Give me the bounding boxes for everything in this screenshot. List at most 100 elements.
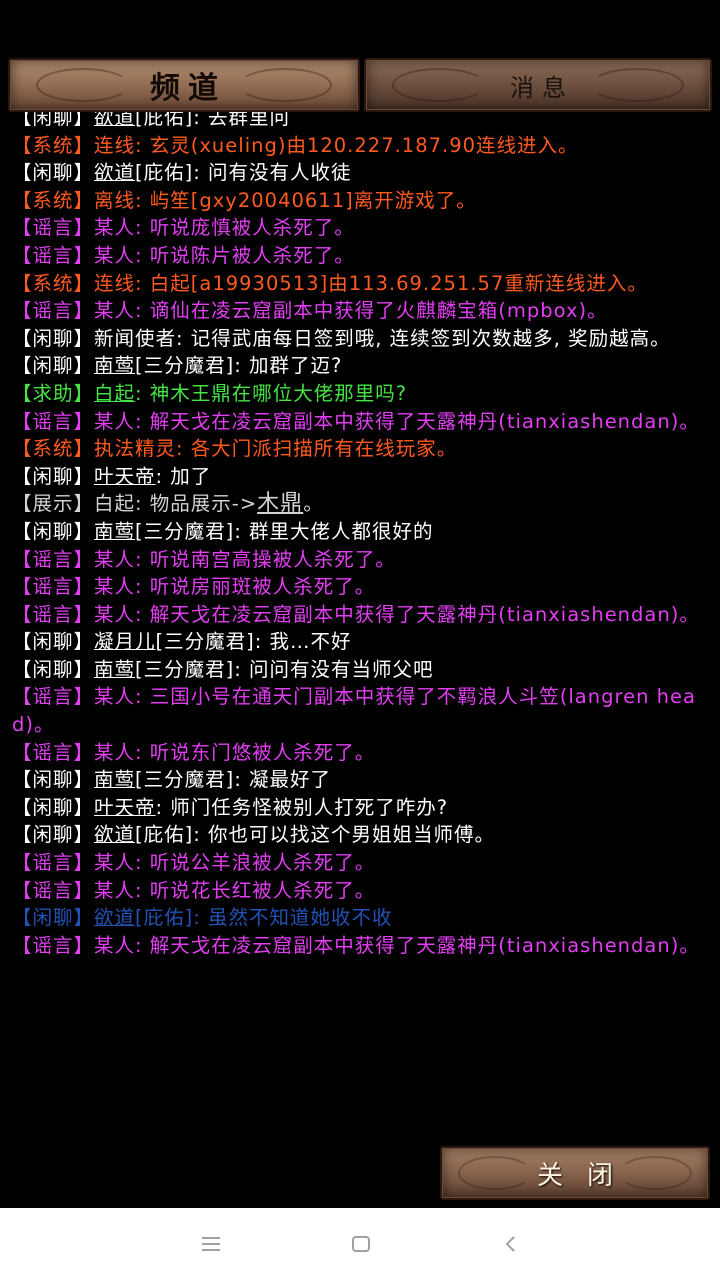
message-speaker-link[interactable]: 南莺 — [94, 658, 135, 681]
close-button[interactable]: 关闭 — [440, 1146, 710, 1200]
message-text: 某人: 三国小号在通天门副本中获得了不羁浪人斗笠(langren head)。 — [12, 685, 696, 737]
message-speaker-link[interactable]: 南莺 — [94, 520, 135, 543]
close-button-label: 关闭 — [536, 1160, 637, 1191]
message-row: 【闲聊】叶天帝: 加了 — [12, 463, 712, 491]
message-row: 【谣言】某人: 听说东门悠被人杀死了。 — [12, 739, 712, 767]
tab-message-label: 消息 — [510, 73, 574, 102]
message-row: 【系统】离线: 屿笙[gxy20040611]离开游戏了。 — [12, 187, 712, 215]
message-channel-tag: 【谣言】 — [12, 243, 95, 267]
message-text: 新闻使者: 记得武庙每日签到哦, 连续签到次数越多, 奖励越高。 — [94, 326, 671, 350]
message-row: 【谣言】某人: 谪仙在凌云窟副本中获得了火麒麟宝箱(mpbox)。 — [12, 297, 712, 325]
message-text: [三分魔君]: 加群了迈? — [135, 354, 343, 378]
message-channel-tag: 【谣言】 — [12, 740, 95, 764]
message-row: 【闲聊】欲道[庇佑]: 问有没有人收徒 — [12, 159, 712, 187]
message-text: [三分魔君]: 凝最好了 — [135, 768, 332, 792]
message-channel-tag: 【谣言】 — [12, 409, 95, 433]
message-text: [庇佑]: 虽然不知道她收不收 — [135, 906, 393, 930]
message-text: 某人: 听说花长红被人杀死了。 — [94, 878, 376, 902]
message-speaker-link[interactable]: 欲道 — [94, 906, 135, 929]
message-row: 【系统】连线: 白起[a19930513]由113.69.251.57重新连线进… — [12, 270, 712, 298]
message-row: 【闲聊】南莺[三分魔君]: 加群了迈? — [12, 352, 712, 380]
message-channel-tag: 【闲聊】 — [12, 906, 95, 930]
message-row: 【谣言】某人: 听说庞慎被人杀死了。 — [12, 214, 712, 242]
message-text: 某人: 谪仙在凌云窟副本中获得了火麒麟宝箱(mpbox)。 — [94, 299, 608, 323]
message-text: 某人: 听说房丽斑被人杀死了。 — [94, 575, 376, 599]
message-text: [庇佑]: 问有没有人收徒 — [135, 161, 352, 185]
message-row: 【闲聊】南莺[三分魔君]: 问问有没有当师父吧 — [12, 656, 712, 684]
message-channel-tag: 【系统】 — [12, 188, 95, 212]
message-text: 白起: 物品展示-> — [94, 492, 258, 516]
message-text: : 师门任务怪被别人打死了咋办? — [155, 795, 449, 819]
message-row: 【系统】连线: 玄灵(xueling)由120.227.187.90连线进入。 — [12, 132, 712, 160]
message-row: 【闲聊】叶天帝: 师门任务怪被别人打死了咋办? — [12, 794, 712, 822]
message-speaker-link[interactable]: 南莺 — [94, 354, 135, 377]
message-speaker-link[interactable]: 欲道 — [94, 161, 135, 184]
message-row: 【求助】白起: 神木王鼎在哪位大佬那里吗? — [12, 380, 712, 408]
message-channel-tag: 【闲聊】 — [12, 795, 95, 819]
message-text: [三分魔君]: 群里大佬人都很好的 — [135, 519, 434, 543]
message-text: 连线: 玄灵(xueling)由120.227.187.90连线进入。 — [94, 133, 579, 157]
message-row: 【闲聊】欲道[庇佑]: 虽然不知道她收不收 — [12, 904, 712, 932]
message-channel-tag: 【谣言】 — [12, 602, 95, 626]
tab-channel[interactable]: 频道 — [8, 58, 360, 112]
message-channel-tag: 【闲聊】 — [12, 519, 95, 543]
message-speaker-link[interactable]: 白起 — [94, 382, 135, 405]
message-speaker-link[interactable]: 叶天帝 — [94, 465, 156, 488]
message-channel-tag: 【系统】 — [12, 437, 95, 461]
message-text: [庇佑]: 你也可以找这个男姐姐当师傅。 — [135, 823, 496, 847]
message-row: 【展示】白起: 物品展示->木鼎。 — [12, 490, 712, 518]
message-text: 连线: 白起[a19930513]由113.69.251.57重新连线进入。 — [94, 271, 648, 295]
message-channel-tag: 【谣言】 — [12, 575, 95, 599]
message-row: 【谣言】某人: 听说房丽斑被人杀死了。 — [12, 573, 712, 601]
message-row: 【闲聊】欲道[庇佑]: 你也可以找这个男姐姐当师傅。 — [12, 821, 712, 849]
message-channel-tag: 【谣言】 — [12, 851, 95, 875]
message-suffix: 。 — [303, 492, 324, 516]
message-text: : 神木王鼎在哪位大佬那里吗? — [135, 381, 408, 405]
message-row: 【闲聊】新闻使者: 记得武庙每日签到哦, 连续签到次数越多, 奖励越高。 — [12, 325, 712, 353]
message-channel-tag: 【系统】 — [12, 133, 95, 157]
message-text: 离线: 屿笙[gxy20040611]离开游戏了。 — [94, 188, 477, 212]
message-channel-tag: 【展示】 — [12, 492, 95, 516]
message-row: 【系统】执法精灵: 各大门派扫描所有在线玩家。 — [12, 435, 712, 463]
message-speaker-link[interactable]: 叶天帝 — [94, 796, 156, 819]
message-text: 某人: 解天戈在凌云窟副本中获得了天露神丹(tianxiashendan)。 — [94, 409, 700, 433]
message-row: 【谣言】某人: 解天戈在凌云窟副本中获得了天露神丹(tianxiashendan… — [12, 408, 712, 436]
message-channel-tag: 【谣言】 — [12, 216, 95, 240]
message-channel-tag: 【谣言】 — [12, 685, 95, 709]
message-speaker-link[interactable]: 凝月儿 — [94, 630, 156, 653]
message-text: 某人: 解天戈在凌云窟副本中获得了天露神丹(tianxiashendan)。 — [94, 933, 700, 957]
message-text: 某人: 解天戈在凌云窟副本中获得了天露神丹(tianxiashendan)。 — [94, 602, 700, 626]
home-icon[interactable] — [349, 1232, 373, 1256]
message-channel-tag: 【闲聊】 — [12, 630, 95, 654]
message-row: 【谣言】某人: 三国小号在通天门副本中获得了不羁浪人斗笠(langren hea… — [12, 683, 712, 738]
message-channel-tag: 【谣言】 — [12, 933, 95, 957]
message-row: 【谣言】某人: 听说陈片被人杀死了。 — [12, 242, 712, 270]
message-text: [三分魔君]: 我…不好 — [155, 630, 352, 654]
message-channel-tag: 【闲聊】 — [12, 354, 95, 378]
message-row: 【谣言】某人: 听说南宫高操被人杀死了。 — [12, 546, 712, 574]
message-text: 某人: 听说陈片被人杀死了。 — [94, 243, 355, 267]
message-row: 【闲聊】凝月儿[三分魔君]: 我…不好 — [12, 628, 712, 656]
message-channel-tag: 【谣言】 — [12, 299, 95, 323]
message-channel-tag: 【闲聊】 — [12, 657, 95, 681]
tab-message[interactable]: 消息 — [364, 58, 712, 112]
back-icon[interactable] — [499, 1232, 523, 1256]
message-row: 【谣言】某人: 听说花长红被人杀死了。 — [12, 877, 712, 905]
message-row: 【谣言】某人: 解天戈在凌云窟副本中获得了天露神丹(tianxiashendan… — [12, 601, 712, 629]
message-text: 某人: 听说公羊浪被人杀死了。 — [94, 851, 376, 875]
message-row: 【谣言】某人: 听说公羊浪被人杀死了。 — [12, 849, 712, 877]
message-log[interactable]: 【闲聊】欲道[庇佑]: 去群里问 【系统】连线: 玄灵(xueling)由120.… — [12, 104, 712, 1144]
message-speaker-link[interactable]: 南莺 — [94, 768, 135, 791]
message-channel-tag: 【求助】 — [12, 381, 95, 405]
item-link[interactable]: 木鼎 — [257, 491, 303, 516]
message-row: 【闲聊】南莺[三分魔君]: 凝最好了 — [12, 766, 712, 794]
message-channel-tag: 【闲聊】 — [12, 326, 95, 350]
message-row: 【闲聊】南莺[三分魔君]: 群里大佬人都很好的 — [12, 518, 712, 546]
message-text: 某人: 听说东门悠被人杀死了。 — [94, 740, 376, 764]
message-channel-tag: 【闲聊】 — [12, 768, 95, 792]
message-speaker-link[interactable]: 欲道 — [94, 823, 135, 846]
message-text: : 加了 — [155, 464, 212, 488]
message-text: [三分魔君]: 问问有没有当师父吧 — [135, 657, 434, 681]
menu-icon[interactable] — [199, 1232, 223, 1256]
message-channel-tag: 【闲聊】 — [12, 161, 95, 185]
